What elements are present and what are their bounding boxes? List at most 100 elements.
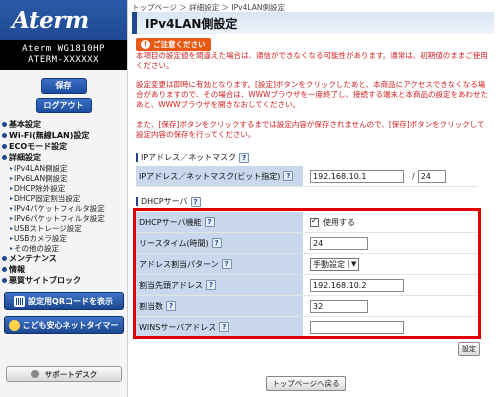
breadcrumb-separator: ＞ xyxy=(179,3,187,12)
save-button[interactable]: 保存 xyxy=(40,78,87,94)
menu-item-eco[interactable]: ECOモード設定 xyxy=(0,141,127,152)
bullet-icon xyxy=(2,256,7,261)
lease-time-input[interactable] xyxy=(310,236,368,250)
sidebar: Aterm Aterm WG1810HP ATERM-XXXXXX 保存 ログア… xyxy=(0,0,128,397)
form-row-wins: WINSサーバアドレス ? xyxy=(136,317,478,338)
notice-header: ! ご注意ください xyxy=(136,38,211,51)
dhcp-form-table: DHCPサーバ機能 ? 使用する リースタイム(時間) ? アドレス割当パターン… xyxy=(136,212,478,338)
warning-icon: ! xyxy=(141,40,150,49)
menu-item-siteblock[interactable]: 悪質サイトブロック xyxy=(0,275,127,286)
start-cell xyxy=(304,275,478,295)
submenu-label: その他の設定 xyxy=(14,243,60,253)
menu-label: ECOモード設定 xyxy=(9,142,68,151)
menu-item-wifi[interactable]: Wi-Fi(無線LAN)設定 xyxy=(0,130,127,141)
netmask-input[interactable] xyxy=(417,169,446,183)
help-icon[interactable]: ? xyxy=(219,322,230,332)
submenu-dhcp-fixed[interactable]: ▸ DHCP固定割当設定 xyxy=(0,193,127,203)
form-row-ip: IPアドレス／ネットマスク(ビット指定) ? / xyxy=(136,166,478,187)
qr-button-label: 設定用QRコードを表示 xyxy=(28,296,113,306)
menu-label: 悪質サイトブロック xyxy=(9,276,81,285)
help-icon[interactable]: ? xyxy=(190,196,201,207)
show-qr-button[interactable]: 設定用QRコードを表示 xyxy=(3,292,124,310)
submenu-dhcp-exclude[interactable]: ▸ DHCP除外設定 xyxy=(0,183,127,193)
main-content: トップページ ＞ 詳細設定 ＞ IPv4LAN側設定 IPv4LAN側設定 ! … xyxy=(128,0,500,397)
submenu-ipv6lan[interactable]: ▸ IPv6LAN側設定 xyxy=(0,173,127,183)
notice-text-2: 設定変更は即時に有効となります。[設定]ボタンをクリックしたあと、本商品にアクセ… xyxy=(136,80,488,109)
kids-timer-button[interactable]: こども安心ネットタイマー xyxy=(3,316,124,334)
arrow-right-icon: ▸ xyxy=(10,214,14,222)
breadcrumb-advanced[interactable]: 詳細設定 xyxy=(189,3,219,12)
section-title-ip: IPアドレス／ネットマスク ? xyxy=(136,152,250,163)
dhcp-enable-checkbox[interactable] xyxy=(310,216,319,227)
support-label: サポートデスク xyxy=(44,369,98,379)
brand-logo: Aterm xyxy=(0,0,127,40)
chevron-down-icon: ▼ xyxy=(348,260,356,268)
support-icon xyxy=(30,370,39,378)
submenu-ipv4lan[interactable]: ▸ IPv4LAN側設定 xyxy=(0,163,127,173)
breadcrumb-separator: ＞ xyxy=(221,3,230,12)
dhcp-function-cell: 使用する xyxy=(304,212,478,232)
menu-item-advanced[interactable]: 詳細設定 xyxy=(0,152,127,163)
menu-label: 詳細設定 xyxy=(9,153,41,162)
submenu-other[interactable]: ▸ その他の設定 xyxy=(0,243,127,253)
menu-label: Wi-Fi(無線LAN)設定 xyxy=(9,131,90,140)
section-title-dhcp: DHCPサーバ ? xyxy=(136,196,201,207)
arrow-right-icon: ▸ xyxy=(10,194,14,202)
ip-address-input[interactable] xyxy=(310,169,404,183)
assign-count-input[interactable] xyxy=(310,299,368,313)
menu-item-basic[interactable]: 基本設定 xyxy=(0,119,127,130)
arrow-right-icon: ▸ xyxy=(10,164,14,172)
side-menu: 基本設定 Wi-Fi(無線LAN)設定 ECOモード設定 詳細設定 ▸ IPv4L… xyxy=(0,119,127,286)
wins-cell xyxy=(304,317,478,337)
bullet-icon xyxy=(2,122,7,127)
kids-button-label: こども安心ネットタイマー xyxy=(22,320,119,330)
assign-pattern-select[interactable]: 手動設定 ▼ xyxy=(310,257,360,271)
form-row-lease: リースタイム(時間) ? xyxy=(136,233,478,254)
notice-header-label: ご注意ください xyxy=(153,40,206,49)
help-icon[interactable]: ? xyxy=(283,171,294,181)
wins-label: WINSサーバアドレス ? xyxy=(136,317,304,337)
wins-address-input[interactable] xyxy=(310,320,404,334)
count-cell xyxy=(304,296,478,316)
select-value: 手動設定 xyxy=(313,259,345,269)
help-icon[interactable]: ? xyxy=(211,238,222,248)
submenu-usb-camera[interactable]: ▸ USBカメラ設定 xyxy=(0,233,127,243)
breadcrumb-top[interactable]: トップページ xyxy=(132,3,177,12)
lease-cell xyxy=(304,233,478,253)
help-icon[interactable]: ? xyxy=(239,152,250,163)
dhcp-enable-label: 使用する xyxy=(323,217,355,227)
menu-item-maintenance[interactable]: メンテナンス xyxy=(0,253,127,264)
logout-button[interactable]: ログアウト xyxy=(35,98,92,113)
menu-item-info[interactable]: 情報 xyxy=(0,264,127,275)
start-address-input[interactable] xyxy=(310,278,404,292)
form-row-dhcp-function: DHCPサーバ機能 ? 使用する xyxy=(136,212,478,233)
count-label: 割当数 ? xyxy=(136,296,304,316)
start-label: 割当先頭アドレス ? xyxy=(136,275,304,295)
menu-label: 情報 xyxy=(9,265,25,274)
submenu-usb-storage[interactable]: ▸ USBストレージ設定 xyxy=(0,223,127,233)
help-icon[interactable]: ? xyxy=(206,280,216,290)
qr-code-icon xyxy=(14,295,26,307)
pattern-label: アドレス割当パターン ? xyxy=(136,254,304,274)
label-text: DHCPサーバ機能 xyxy=(139,217,202,227)
form-row-pattern: アドレス割当パターン ? 手動設定 ▼ xyxy=(136,254,478,275)
bullet-icon xyxy=(2,278,7,283)
menu-label: 基本設定 xyxy=(9,120,41,129)
notice-text-1: 本項目の設定値を間違えた場合は、通信ができなくなる可能性があります。通常は、初期… xyxy=(136,51,488,70)
bullet-icon xyxy=(2,144,7,149)
lease-label: リースタイム(時間) ? xyxy=(136,233,304,253)
support-desk-button[interactable]: サポートデスク xyxy=(6,366,122,382)
arrow-right-icon: ▸ xyxy=(10,184,14,192)
help-icon[interactable]: ? xyxy=(221,259,232,269)
set-button[interactable]: 設定 xyxy=(458,342,480,356)
back-to-top-button[interactable]: トップページへ戻る xyxy=(266,376,346,391)
help-icon[interactable]: ? xyxy=(204,217,215,227)
submenu-ipv4-filter[interactable]: ▸ IPv4パケットフィルタ設定 xyxy=(0,203,127,213)
label-text: リースタイム(時間) xyxy=(139,238,209,248)
submenu-ipv6-filter[interactable]: ▸ IPv6パケットフィルタ設定 xyxy=(0,213,127,223)
form-row-count: 割当数 ? xyxy=(136,296,478,317)
help-icon[interactable]: ? xyxy=(166,301,176,311)
label-text: 割当先頭アドレス xyxy=(139,280,203,290)
breadcrumb-current: IPv4LAN側設定 xyxy=(231,3,285,12)
bullet-icon xyxy=(2,133,7,138)
